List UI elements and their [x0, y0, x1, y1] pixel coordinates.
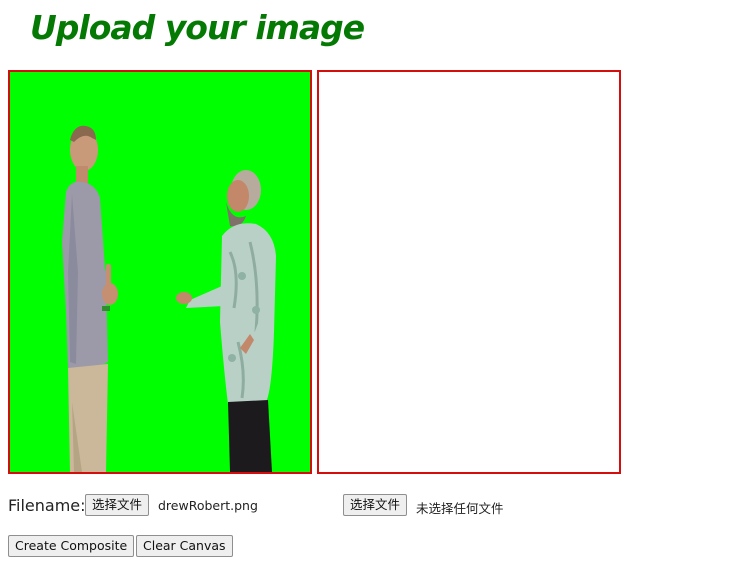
action-row: Create Composite Clear Canvas	[8, 535, 308, 557]
upload-row: Filename: 选择文件 drewRobert.png 选择文件 未选择任何…	[8, 494, 708, 518]
foreground-canvas[interactable]	[8, 70, 312, 474]
foreground-file-name: drewRobert.png	[158, 498, 258, 513]
choose-background-file-button[interactable]: 选择文件	[343, 494, 408, 516]
page: Upload your image Filename: 选择文件 drewRob…	[0, 0, 732, 584]
background-file-name: 未选择任何文件	[416, 501, 504, 516]
filename-label: Filename:	[8, 496, 86, 515]
foreground-image	[10, 72, 310, 472]
clear-canvas-button[interactable]: Clear Canvas	[136, 535, 233, 557]
page-title: Upload your image	[30, 8, 365, 47]
background-canvas[interactable]	[317, 70, 621, 474]
create-composite-button[interactable]: Create Composite	[8, 535, 135, 557]
choose-foreground-file-button[interactable]: 选择文件	[85, 494, 150, 516]
